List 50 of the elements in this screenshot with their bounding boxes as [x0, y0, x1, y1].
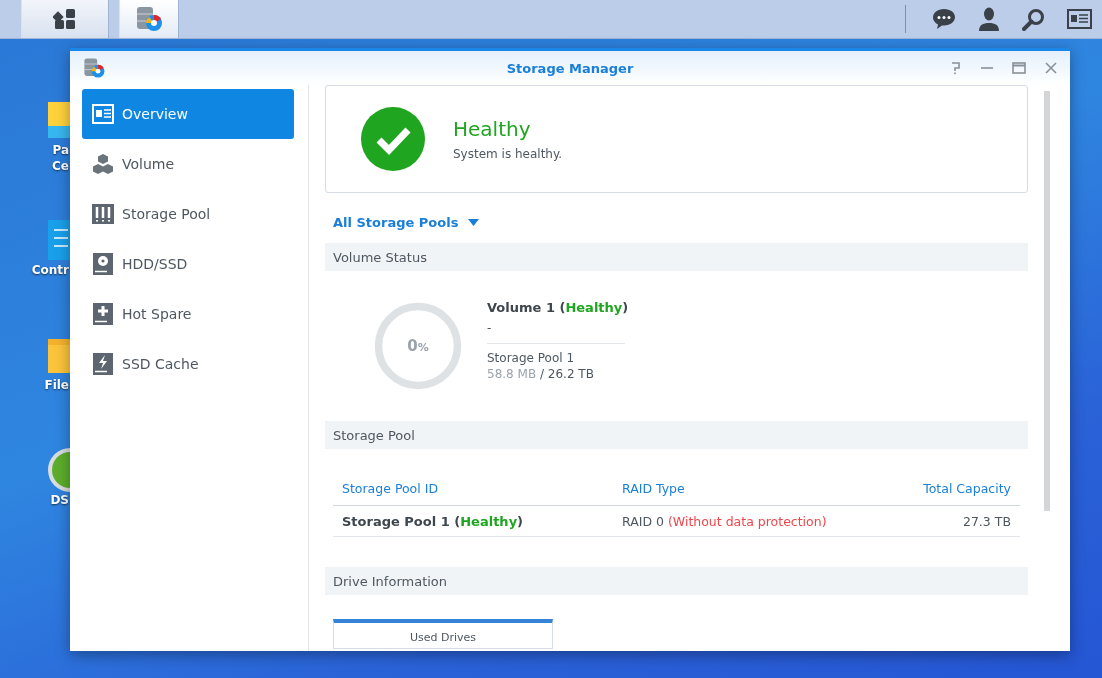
plus-drive-icon	[92, 303, 114, 325]
storage-pool-icon	[92, 204, 114, 224]
usage-percent: 0%	[407, 337, 429, 355]
table-cell-text: Storage Pool 1 (Healthy)	[341, 513, 525, 529]
checkmark-icon	[361, 107, 425, 171]
sidebar-item[interactable]: Hot Spare	[82, 289, 294, 339]
section-title: Drive Information	[333, 573, 448, 589]
desktop-icon-label[interactable]: Contr	[31, 262, 69, 278]
health-message: System is healthy.	[453, 147, 563, 161]
user-icon[interactable]	[978, 7, 1000, 31]
chat-icon[interactable]	[932, 8, 956, 30]
widgets-icon[interactable]	[1067, 9, 1092, 29]
desktop-icon-label[interactable]: DS	[50, 492, 69, 508]
desktop-icon-label[interactable]: Pa	[52, 142, 69, 158]
app-taskbar-button[interactable]	[119, 0, 179, 38]
id-card-icon	[92, 104, 114, 124]
table-cell-text: 27.3 TB	[961, 513, 1012, 529]
sidebar-item[interactable]: SSD Cache	[82, 339, 294, 389]
column-header[interactable]: Storage Pool ID	[333, 480, 613, 496]
sidebar-item[interactable]: Volume	[82, 139, 294, 189]
caret-icon	[468, 219, 480, 226]
section-title: Volume Status	[333, 249, 427, 265]
drive-tab[interactable]: Used Drives	[333, 619, 553, 649]
table-cell-text: RAID 0 (Without data protection)	[621, 513, 828, 529]
column-header[interactable]: RAID Type	[613, 480, 915, 496]
lightning-drive-icon	[92, 353, 114, 375]
volume-description: -	[487, 320, 493, 335]
cubes-icon	[92, 153, 114, 175]
storage-app-icon	[82, 56, 106, 80]
sidebar-item[interactable]: Overview	[82, 89, 294, 139]
search-icon[interactable]	[1022, 7, 1045, 31]
sidebar-item[interactable]: HDD/SSD	[82, 239, 294, 289]
volume-name: Volume 1 (Healthy)	[487, 299, 629, 315]
pool-filter-dropdown[interactable]: All Storage Pools	[333, 215, 480, 230]
close-icon[interactable]	[1044, 61, 1058, 75]
checklist-icon[interactable]	[46, 218, 70, 262]
sidebar-item[interactable]: Storage Pool	[82, 189, 294, 239]
scrollbar[interactable]	[1044, 91, 1050, 511]
desktop-icon-label[interactable]: Ce	[52, 158, 69, 174]
desktop-icon-label[interactable]: File	[44, 377, 69, 393]
storage-app-icon	[134, 4, 164, 34]
health-status: Healthy	[453, 117, 532, 141]
window-title: Storage Manager	[506, 60, 634, 76]
column-header[interactable]: Total Capacity	[914, 480, 1020, 496]
volume-capacity: 58.8 MB / 26.2 TB	[487, 366, 595, 381]
section-title: Storage Pool	[333, 427, 415, 443]
main-menu-icon	[53, 7, 77, 31]
volume-pool: Storage Pool 1	[487, 350, 576, 365]
main-menu-button[interactable]	[21, 0, 109, 38]
maximize-icon[interactable]	[1012, 61, 1026, 75]
